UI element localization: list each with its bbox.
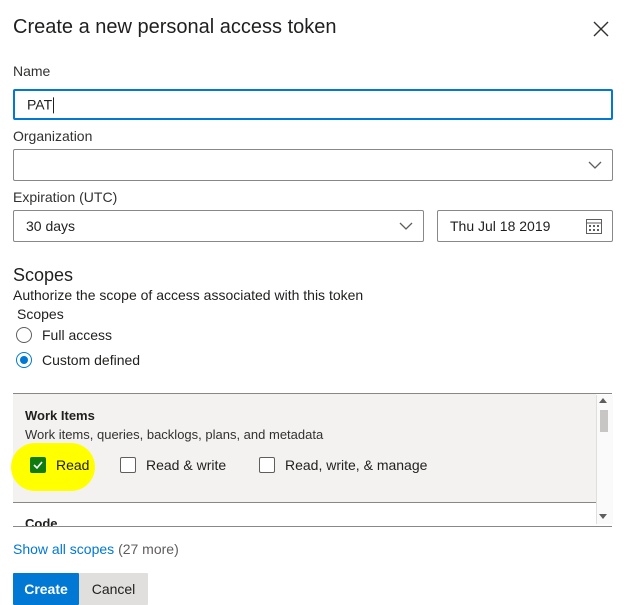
checkbox-read-write[interactable]: Read & write xyxy=(120,457,240,475)
text-caret xyxy=(53,97,55,114)
check-icon xyxy=(33,461,43,470)
name-value: PAT xyxy=(27,95,53,112)
name-input[interactable]: PAT xyxy=(13,89,613,120)
checkbox-label: Read, write, & manage xyxy=(285,457,428,473)
cancel-button[interactable]: Cancel xyxy=(79,573,148,605)
chevron-down-icon xyxy=(588,161,602,169)
checkbox-read-write-manage[interactable]: Read, write, & manage xyxy=(259,457,439,475)
close-icon[interactable] xyxy=(590,18,612,40)
chevron-down-icon xyxy=(399,222,413,230)
scroll-down-arrow-icon[interactable] xyxy=(599,514,607,519)
show-all-scopes: Show all scopes (27 more) xyxy=(13,541,179,557)
name-label: Name xyxy=(13,63,51,79)
radio-full-access[interactable]: Full access xyxy=(16,327,216,345)
checkbox-unchecked[interactable] xyxy=(259,457,275,473)
checkbox-label: Read xyxy=(56,457,90,473)
radio-button-selected[interactable] xyxy=(16,352,32,368)
scopes-heading: Scopes xyxy=(13,265,74,285)
code-section-title: Code xyxy=(25,516,58,527)
organization-label: Organization xyxy=(13,128,93,144)
checkbox-read[interactable]: Read xyxy=(30,457,100,475)
checkbox-unchecked[interactable] xyxy=(120,457,136,473)
expiration-date-value: Thu Jul 18 2019 xyxy=(450,218,551,234)
calendar-icon xyxy=(586,219,602,234)
checkbox-checked[interactable] xyxy=(30,457,46,473)
radio-label: Full access xyxy=(42,327,113,343)
expiration-value: 30 days xyxy=(26,218,76,234)
scrollbar-thumb[interactable] xyxy=(600,410,608,432)
scopes-description: Authorize the scope of access associated… xyxy=(13,287,364,303)
work-items-section xyxy=(13,394,596,502)
scopes-sublabel: Scopes xyxy=(17,306,64,322)
more-count: (27 more) xyxy=(118,541,179,557)
section-divider xyxy=(13,502,596,503)
expiration-date-picker[interactable]: Thu Jul 18 2019 xyxy=(437,210,613,242)
scroll-up-arrow-icon[interactable] xyxy=(599,398,607,403)
show-all-scopes-link[interactable]: Show all scopes xyxy=(13,541,114,557)
expiration-label: Expiration (UTC) xyxy=(13,189,118,205)
radio-button[interactable] xyxy=(16,327,32,343)
create-button[interactable]: Create xyxy=(13,573,79,605)
dialog-title: Create a new personal access token xyxy=(13,16,337,38)
expiration-dropdown[interactable]: 30 days xyxy=(13,210,424,242)
radio-label: Custom defined xyxy=(42,352,141,368)
checkbox-label: Read & write xyxy=(146,457,227,473)
organization-dropdown[interactable] xyxy=(13,149,613,181)
work-items-description: Work items, queries, backlogs, plans, an… xyxy=(25,427,324,442)
work-items-title: Work Items xyxy=(25,408,95,423)
radio-custom-defined[interactable]: Custom defined xyxy=(16,352,216,370)
